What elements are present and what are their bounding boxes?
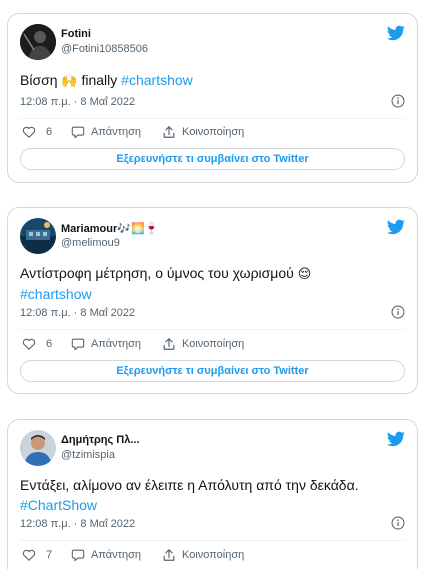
share-icon <box>163 338 175 350</box>
divider <box>20 118 405 119</box>
like-button[interactable]: 6 <box>22 125 52 139</box>
relieved-face-emoji: 😌 <box>297 266 312 281</box>
divider <box>20 540 405 541</box>
reply-button[interactable]: Απάντηση <box>71 125 141 139</box>
raised-hands-emoji: 🙌 <box>61 73 78 88</box>
info-icon[interactable] <box>391 516 405 530</box>
explore-twitter-button[interactable]: Εξερευνήστε τι συμβαίνει στο Twitter <box>20 360 405 382</box>
author-name[interactable]: Mariamour🎶🌅🍷 <box>61 222 158 235</box>
tweet-text: Αντίστροφη μέτρηση, ο ύμνος του χωρισμού… <box>20 263 405 304</box>
info-icon[interactable] <box>391 94 405 108</box>
hashtag-link[interactable]: #chartshow <box>20 286 92 302</box>
author-name[interactable]: Fotini <box>61 28 91 40</box>
tweet-text-part: Αντίστροφη μέτρηση, ο ύμνος του χωρισμού <box>20 265 298 281</box>
heart-icon <box>22 338 36 350</box>
author-handle[interactable]: @Fotini10858506 <box>61 43 148 55</box>
tweet-text-part: Βίσση <box>20 72 62 88</box>
tweet-text-part: finally <box>77 72 122 88</box>
twitter-bird-icon[interactable] <box>387 431 405 447</box>
avatar[interactable] <box>20 430 56 466</box>
reply-label: Απάντηση <box>91 338 141 350</box>
share-label: Κοινοποίηση <box>182 338 245 350</box>
hashtag-link[interactable]: #ChartShow <box>20 497 97 513</box>
avatar[interactable] <box>20 218 56 254</box>
share-button[interactable]: Κοινοποίηση <box>162 548 244 562</box>
timestamp[interactable]: 12:08 π.μ. · 8 Μαΐ 2022 <box>20 307 135 319</box>
info-icon[interactable] <box>391 305 405 319</box>
reply-label: Απάντηση <box>91 126 141 138</box>
share-icon <box>163 549 175 561</box>
reply-button[interactable]: Απάντηση <box>71 548 141 562</box>
reply-icon <box>71 338 85 351</box>
tweet-card[interactable]: Δημήτρης Πλ... @tzimispia Εντάξει, αλίμο… <box>7 419 418 569</box>
like-count: 6 <box>46 126 53 138</box>
tweet-feed: Fotini @Fotini10858506 Βίσση 🙌 finally #… <box>0 0 425 569</box>
like-count: 6 <box>46 338 53 350</box>
like-count: 7 <box>46 549 53 561</box>
name-emojis: 🎶🌅🍷 <box>117 223 159 235</box>
reply-label: Απάντηση <box>91 549 141 561</box>
tweet-text-part: Εντάξει, αλίμονο αν έλειπε η Απόλυτη από… <box>20 477 359 493</box>
explore-twitter-button[interactable]: Εξερευνήστε τι συμβαίνει στο Twitter <box>20 148 405 170</box>
divider <box>20 329 405 330</box>
tweet-card[interactable]: Mariamour🎶🌅🍷 @melimou9 Αντίστροφη μέτρησ… <box>7 207 418 394</box>
share-icon <box>163 126 175 138</box>
tweet-text: Εντάξει, αλίμονο αν έλειπε η Απόλυτη από… <box>20 475 405 515</box>
author-handle[interactable]: @tzimispia <box>61 449 115 461</box>
twitter-bird-icon[interactable] <box>387 219 405 235</box>
timestamp[interactable]: 12:08 π.μ. · 8 Μαΐ 2022 <box>20 518 135 530</box>
tweet-card[interactable]: Fotini @Fotini10858506 Βίσση 🙌 finally #… <box>7 13 418 183</box>
heart-icon <box>22 126 36 138</box>
share-label: Κοινοποίηση <box>182 126 245 138</box>
reply-icon <box>71 126 85 139</box>
author-name-text: Mariamour <box>61 223 118 235</box>
share-button[interactable]: Κοινοποίηση <box>162 337 244 351</box>
like-button[interactable]: 6 <box>22 337 52 351</box>
tweet-text: Βίσση 🙌 finally #chartshow <box>20 70 405 91</box>
author-handle[interactable]: @melimou9 <box>61 237 120 249</box>
like-button[interactable]: 7 <box>22 548 52 562</box>
heart-icon <box>22 549 36 561</box>
timestamp[interactable]: 12:08 π.μ. · 8 Μαΐ 2022 <box>20 96 135 108</box>
reply-button[interactable]: Απάντηση <box>71 337 141 351</box>
hashtag-link[interactable]: #chartshow <box>121 72 193 88</box>
share-button[interactable]: Κοινοποίηση <box>162 125 244 139</box>
share-label: Κοινοποίηση <box>182 549 245 561</box>
twitter-bird-icon[interactable] <box>387 25 405 41</box>
author-name[interactable]: Δημήτρης Πλ... <box>61 434 140 446</box>
avatar[interactable] <box>20 24 56 60</box>
reply-icon <box>71 549 85 562</box>
